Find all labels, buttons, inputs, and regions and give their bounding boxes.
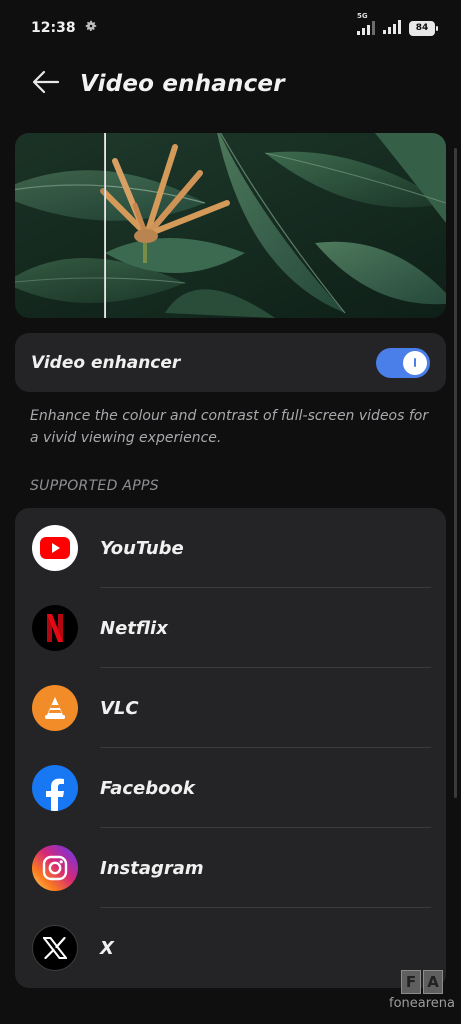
battery-icon: 84 [409, 20, 438, 36]
scrollbar[interactable] [454, 148, 457, 798]
status-left: 12:38 [31, 19, 98, 37]
watermark-text: fonearena [389, 996, 455, 1011]
list-item[interactable]: VLC [15, 668, 446, 748]
list-item[interactable]: X [15, 908, 446, 988]
supported-apps-list: YouTube Netflix VLC Facebook Instagram X [15, 508, 446, 988]
watermark-logo: F A fonearena [387, 970, 457, 1020]
youtube-icon [32, 525, 78, 571]
watermark-letter: A [423, 970, 443, 994]
status-right: 5G 84 [357, 12, 438, 38]
status-time: 12:38 [31, 20, 76, 36]
netflix-icon [32, 605, 78, 651]
toggle-label: Video enhancer [31, 352, 181, 373]
preview-image[interactable] [15, 133, 446, 318]
x-icon [32, 925, 78, 971]
watermark-letter: F [401, 970, 421, 994]
app-name: Netflix [100, 617, 168, 639]
video-enhancer-switch[interactable] [376, 347, 430, 378]
arrow-left-icon [32, 70, 60, 98]
app-name: VLC [100, 697, 139, 719]
list-item[interactable]: Netflix [15, 588, 446, 668]
vlc-icon [32, 685, 78, 731]
header: Video enhancer [0, 60, 461, 108]
list-item[interactable]: Instagram [15, 828, 446, 908]
signal-icon [383, 19, 401, 38]
watermark-letters: F A [401, 970, 443, 994]
back-button[interactable] [30, 68, 62, 100]
page-title: Video enhancer [80, 71, 285, 97]
app-name: Instagram [100, 857, 204, 879]
screen: 12:38 5G 84 Video enhancer Video enhance… [0, 0, 461, 1024]
instagram-icon [32, 845, 78, 891]
network-label: 5G [357, 12, 368, 20]
settings-gear-icon [84, 19, 98, 37]
video-enhancer-toggle-row[interactable]: Video enhancer [15, 333, 446, 392]
app-name: X [100, 937, 114, 959]
status-bar: 12:38 5G 84 [0, 0, 461, 56]
description-text: Enhance the colour and contrast of full-… [30, 408, 429, 446]
list-item[interactable]: YouTube [15, 508, 446, 588]
battery-level: 84 [415, 23, 429, 33]
switch-knob [403, 350, 427, 375]
section-header: SUPPORTED APPS [30, 478, 159, 494]
app-name: Facebook [100, 777, 195, 799]
signal-5g-icon: 5G [357, 12, 375, 35]
app-name: YouTube [100, 537, 184, 559]
facebook-icon [32, 765, 78, 811]
list-item[interactable]: Facebook [15, 748, 446, 828]
